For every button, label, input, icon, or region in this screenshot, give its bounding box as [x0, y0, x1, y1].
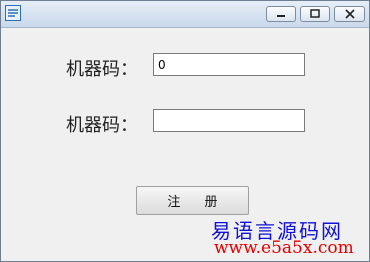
app-icon [5, 5, 21, 21]
app-window: 机器码： 机器码： 注 册 易语言源码网 www.e5a5x.com [0, 0, 370, 262]
machine-code-input-1[interactable] [153, 53, 305, 76]
machine-code-input-2[interactable] [153, 109, 305, 132]
maximize-icon [310, 9, 320, 18]
minimize-icon [277, 15, 285, 17]
register-button[interactable]: 注 册 [136, 186, 249, 215]
minimize-button[interactable] [266, 6, 296, 22]
machine-code-label-2: 机器码： [66, 115, 138, 136]
machine-code-label-1: 机器码： [66, 59, 138, 80]
maximize-button[interactable] [300, 6, 330, 22]
watermark-url: www.e5a5x.com [214, 238, 354, 258]
close-button[interactable] [334, 6, 365, 22]
close-icon [344, 9, 355, 19]
title-bar[interactable] [1, 1, 369, 28]
